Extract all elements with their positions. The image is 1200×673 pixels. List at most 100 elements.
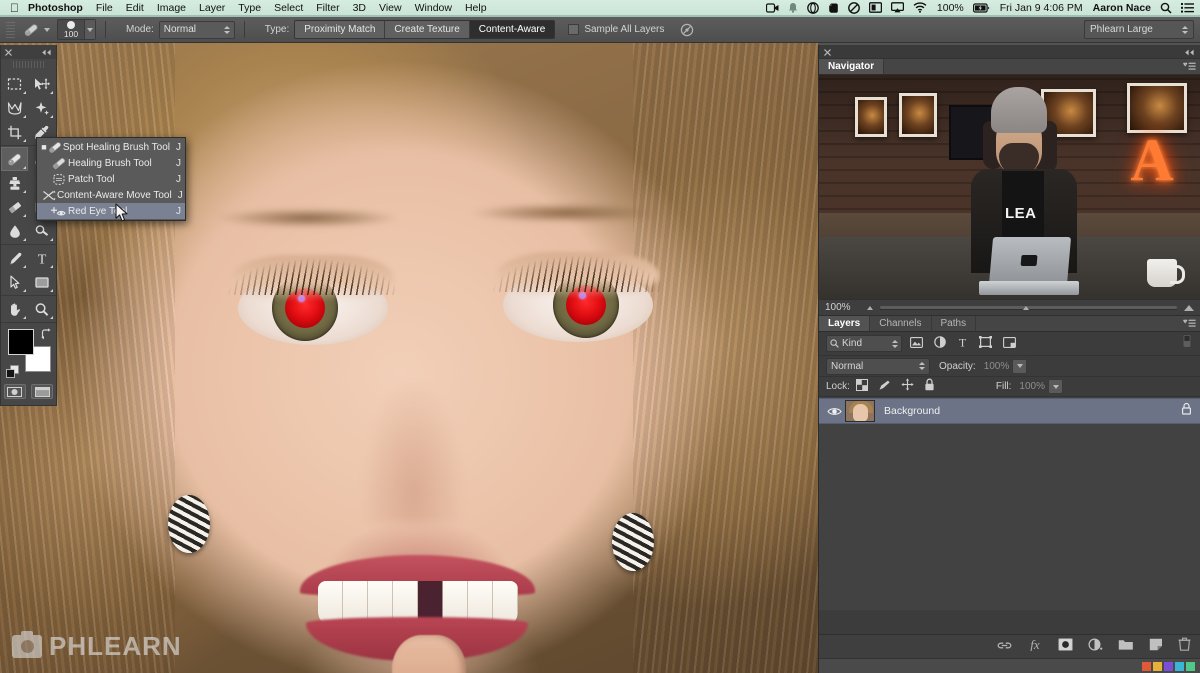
eye-icon[interactable]: [823, 406, 845, 417]
tools-palette-grip[interactable]: [13, 61, 44, 68]
menu-item-select[interactable]: Select: [274, 2, 303, 14]
foreground-color-swatch[interactable]: [8, 329, 34, 355]
menu-item-file[interactable]: File: [96, 2, 113, 14]
zoom-tool[interactable]: [28, 297, 55, 321]
tab-channels[interactable]: Channels: [870, 316, 932, 331]
navigator-zoom-slider[interactable]: [880, 305, 1177, 310]
table-row[interactable]: Background: [819, 398, 1200, 424]
lock-all-icon[interactable]: [924, 378, 935, 396]
zoom-in-icon[interactable]: [1184, 304, 1194, 311]
menu-item-window[interactable]: Window: [415, 2, 452, 14]
default-colors-icon[interactable]: [6, 365, 19, 383]
tab-paths[interactable]: Paths: [931, 316, 977, 331]
adjustment-layer-icon[interactable]: [1088, 637, 1103, 656]
lock-image-pixels-icon[interactable]: [878, 378, 891, 396]
menu-item-filter[interactable]: Filter: [316, 2, 339, 14]
flyout-item-spot-healing-brush-tool[interactable]: ■ Spot Healing Brush Tool J: [37, 139, 185, 155]
flyout-item-patch-tool[interactable]: Patch Tool J: [37, 171, 185, 187]
flyout-item-content-aware-move-tool[interactable]: Content-Aware Move Tool J: [37, 187, 185, 203]
blend-mode-select[interactable]: Normal: [826, 357, 930, 375]
flyout-item-healing-brush-tool[interactable]: Healing Brush Tool J: [37, 155, 185, 171]
tab-navigator[interactable]: Navigator: [819, 59, 885, 74]
tab-layers[interactable]: Layers: [819, 316, 871, 331]
menu-item-photoshop[interactable]: Photoshop: [28, 2, 83, 14]
new-layer-icon[interactable]: [1149, 638, 1163, 656]
dodge-tool[interactable]: [28, 219, 55, 243]
fill-dropdown-icon[interactable]: [1048, 379, 1063, 394]
brush-size-control[interactable]: 100: [57, 19, 96, 40]
menu-item-layer[interactable]: Layer: [199, 2, 225, 14]
navigator-panel-header[interactable]: [819, 45, 1200, 59]
path-selection-tool[interactable]: [1, 270, 28, 294]
clone-stamp-tool[interactable]: [1, 171, 28, 195]
slider-thumb[interactable]: [1022, 305, 1029, 310]
crop-tool[interactable]: [1, 120, 28, 144]
layer-style-fx-icon[interactable]: fx: [1027, 637, 1043, 656]
eraser-tool[interactable]: [1, 195, 28, 219]
opacity-control[interactable]: 100%: [981, 358, 1028, 374]
swap-colors-icon[interactable]: [40, 327, 52, 345]
lock-position-icon[interactable]: [901, 377, 914, 396]
lasso-tool[interactable]: [1, 96, 28, 120]
close-icon[interactable]: [5, 48, 12, 56]
layer-thumbnail-background[interactable]: [845, 400, 875, 422]
menu-item-help[interactable]: Help: [465, 2, 487, 14]
options-bar-grip[interactable]: [6, 21, 15, 38]
menu-item-image[interactable]: Image: [157, 2, 186, 14]
quick-mask-icon[interactable]: [3, 384, 26, 399]
evernote-icon[interactable]: [828, 2, 839, 14]
move-tool[interactable]: [28, 72, 55, 96]
layer-filter-kind-select[interactable]: Kind: [826, 335, 902, 352]
opacity-dropdown-icon[interactable]: [1012, 358, 1028, 374]
spot-healing-brush-tool[interactable]: [1, 147, 28, 171]
layer-name[interactable]: Background: [884, 405, 1181, 417]
battery-charging-icon[interactable]: [972, 2, 990, 13]
hand-tool[interactable]: [1, 297, 28, 321]
new-group-icon[interactable]: [1118, 638, 1134, 656]
apple-icon[interactable]: : [10, 2, 19, 14]
collapse-panel-icon[interactable]: [1184, 43, 1195, 61]
panel-menu-icon[interactable]: [1183, 59, 1200, 74]
creative-cloud-icon[interactable]: [807, 1, 819, 14]
panel-menu-icon[interactable]: [1183, 316, 1200, 331]
type-content-aware-button[interactable]: Content-Aware: [469, 21, 555, 38]
rectangle-tool[interactable]: [28, 270, 55, 294]
filter-adjustment-icon[interactable]: [934, 335, 946, 353]
workspace-select[interactable]: Phlearn Large: [1084, 20, 1194, 39]
type-proximity-match-button[interactable]: Proximity Match: [295, 21, 386, 38]
blur-tool[interactable]: [1, 219, 28, 243]
bell-icon[interactable]: [788, 2, 798, 13]
tool-preset-chevron-icon[interactable]: [44, 27, 50, 32]
filter-smart-object-icon[interactable]: [1003, 335, 1016, 353]
delete-layer-icon[interactable]: [1178, 637, 1191, 656]
link-layers-icon[interactable]: [997, 638, 1012, 656]
close-icon[interactable]: [824, 43, 831, 61]
rectangular-marquee-tool[interactable]: [1, 72, 28, 96]
airplay-icon[interactable]: [890, 2, 904, 13]
filter-toggle-icon[interactable]: [1181, 334, 1193, 353]
menu-item-3d[interactable]: 3D: [353, 2, 366, 14]
notification-center-icon[interactable]: [1181, 2, 1194, 13]
sample-all-layers-checkbox[interactable]: Sample All Layers: [568, 24, 664, 35]
filter-pixel-icon[interactable]: [910, 335, 923, 353]
fill-control[interactable]: 100%: [1016, 379, 1063, 395]
spot-healing-brush-icon[interactable]: [18, 20, 44, 40]
layer-mask-icon[interactable]: [1058, 637, 1073, 656]
do-not-disturb-icon[interactable]: [848, 1, 860, 14]
menu-item-view[interactable]: View: [379, 2, 402, 14]
navigator-zoom-level[interactable]: 100%: [825, 302, 867, 313]
lock-transparent-pixels-icon[interactable]: [855, 378, 868, 396]
filter-shape-icon[interactable]: [979, 335, 992, 353]
pen-tool[interactable]: [1, 246, 28, 270]
screen-recording-icon[interactable]: [765, 2, 779, 13]
navigator-preview[interactable]: A LEA: [819, 75, 1200, 299]
lock-icon[interactable]: [1181, 402, 1192, 420]
collapse-panel-icon[interactable]: [41, 49, 52, 56]
zoom-out-icon[interactable]: [867, 305, 873, 310]
type-tool[interactable]: T: [28, 246, 55, 270]
display-icon[interactable]: [868, 2, 882, 13]
wifi-icon[interactable]: [913, 2, 927, 13]
brush-dropdown-toggle[interactable]: [84, 20, 95, 39]
flyout-item-red-eye-tool[interactable]: Red Eye Tool J: [37, 203, 185, 219]
type-create-texture-button[interactable]: Create Texture: [385, 21, 470, 38]
